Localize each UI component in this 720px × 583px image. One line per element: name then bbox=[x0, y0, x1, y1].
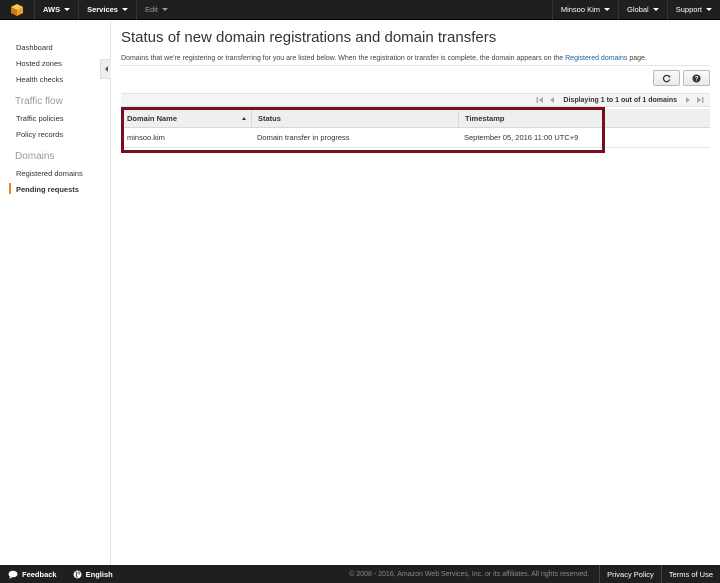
aws-menu[interactable]: AWS bbox=[34, 0, 78, 20]
chevron-down-icon bbox=[64, 8, 71, 11]
speech-bubble-icon bbox=[8, 570, 18, 579]
column-header-status[interactable]: Status bbox=[251, 109, 458, 127]
registered-domains-link[interactable]: Registered domains bbox=[565, 55, 627, 62]
chevron-right-icon bbox=[686, 97, 690, 103]
last-page-button[interactable] bbox=[696, 96, 704, 104]
description-text: Domains that we're registering or transf… bbox=[121, 55, 564, 62]
edit-menu-label: Edit bbox=[144, 5, 158, 14]
prev-page-button[interactable] bbox=[548, 96, 556, 104]
sidebar-heading-domains: Domains bbox=[15, 151, 55, 162]
services-menu-label: Services bbox=[87, 5, 118, 14]
chevron-down-icon bbox=[706, 8, 712, 11]
aws-cube-logo-icon[interactable] bbox=[0, 0, 34, 20]
page-title: Status of new domain registrations and d… bbox=[121, 29, 497, 46]
pending-requests-table: Domain Name Status Timestamp minsoo.kim … bbox=[121, 109, 710, 148]
cell-domain-name: minsoo.kim bbox=[127, 133, 165, 142]
terms-of-use-link[interactable]: Terms of Use bbox=[662, 570, 720, 579]
footer: Feedback English © 2008 - 2016, Amazon W… bbox=[0, 565, 720, 583]
help-icon: ? bbox=[692, 73, 701, 82]
language-label: English bbox=[85, 569, 113, 579]
svg-text:?: ? bbox=[695, 75, 699, 82]
table-row[interactable]: minsoo.kim Domain transfer in progress S… bbox=[121, 128, 710, 148]
chevron-left-icon bbox=[104, 66, 108, 72]
first-page-button[interactable] bbox=[536, 96, 544, 104]
user-menu-label: Minsoo Kim bbox=[560, 5, 601, 14]
chevron-down-icon bbox=[161, 8, 168, 11]
top-nav: AWS Services Edit Minsoo Kim Global Supp… bbox=[0, 0, 720, 20]
column-header-label: Status bbox=[258, 113, 281, 123]
collapse-sidebar-button[interactable] bbox=[100, 59, 111, 79]
sidebar-item-policy-records[interactable]: Policy records bbox=[16, 130, 63, 139]
chevron-down-icon bbox=[652, 8, 659, 11]
cell-status: Domain transfer in progress bbox=[257, 133, 350, 142]
next-page-button[interactable] bbox=[684, 96, 692, 104]
cell-timestamp: September 05, 2016 11:00 UTC+9 bbox=[464, 133, 579, 142]
column-header-timestamp[interactable]: Timestamp bbox=[458, 109, 710, 127]
user-menu[interactable]: Minsoo Kim bbox=[551, 0, 618, 20]
sidebar-heading-traffic-flow: Traffic flow bbox=[15, 96, 63, 107]
sidebar-item-hosted-zones[interactable]: Hosted zones bbox=[16, 59, 62, 68]
privacy-policy-link[interactable]: Privacy Policy bbox=[600, 570, 661, 579]
active-item-indicator bbox=[9, 183, 11, 194]
sidebar-item-health-checks[interactable]: Health checks bbox=[16, 75, 63, 84]
services-menu[interactable]: Services bbox=[78, 0, 136, 20]
sidebar-item-registered-domains[interactable]: Registered domains bbox=[16, 169, 83, 178]
chevron-down-icon bbox=[604, 8, 611, 11]
globe-icon bbox=[73, 570, 82, 578]
sidebar-item-traffic-policies[interactable]: Traffic policies bbox=[16, 114, 64, 123]
pagination-status: Displaying 1 to 1 out of 1 domains bbox=[563, 96, 677, 104]
pagination-bar: Displaying 1 to 1 out of 1 domains bbox=[121, 93, 710, 107]
support-menu[interactable]: Support bbox=[666, 0, 720, 20]
last-page-icon bbox=[697, 97, 704, 103]
sidebar-item-dashboard[interactable]: Dashboard bbox=[16, 43, 53, 52]
page-description: Domains that we're registering or transf… bbox=[121, 55, 647, 62]
language-selector[interactable]: English bbox=[65, 570, 121, 579]
copyright-text: © 2008 - 2016, Amazon Web Services, Inc.… bbox=[349, 570, 590, 578]
chevron-left-icon bbox=[550, 97, 555, 103]
feedback-label: Feedback bbox=[22, 569, 57, 579]
divider bbox=[121, 65, 710, 66]
table-header: Domain Name Status Timestamp bbox=[121, 109, 710, 128]
refresh-button[interactable] bbox=[653, 70, 680, 86]
first-page-icon bbox=[536, 97, 544, 103]
sort-ascending-icon bbox=[242, 117, 246, 120]
edit-menu[interactable]: Edit bbox=[135, 0, 176, 20]
region-menu-label: Global bbox=[627, 5, 649, 14]
column-header-domain-name[interactable]: Domain Name bbox=[121, 109, 251, 127]
chevron-down-icon bbox=[121, 8, 128, 11]
feedback-button[interactable]: Feedback bbox=[0, 570, 65, 579]
column-header-label: Domain Name bbox=[127, 113, 178, 123]
aws-menu-label: AWS bbox=[43, 5, 61, 14]
support-menu-label: Support bbox=[675, 5, 702, 14]
region-menu[interactable]: Global bbox=[618, 0, 667, 20]
description-suffix: page. bbox=[629, 55, 647, 62]
main-content: Status of new domain registrations and d… bbox=[112, 21, 720, 565]
column-header-label: Timestamp bbox=[465, 113, 505, 123]
help-button[interactable]: ? bbox=[683, 70, 710, 86]
sidebar: Dashboard Hosted zones Health checks Tra… bbox=[0, 21, 111, 565]
refresh-icon bbox=[662, 74, 671, 82]
sidebar-item-pending-requests[interactable]: Pending requests bbox=[16, 185, 79, 194]
